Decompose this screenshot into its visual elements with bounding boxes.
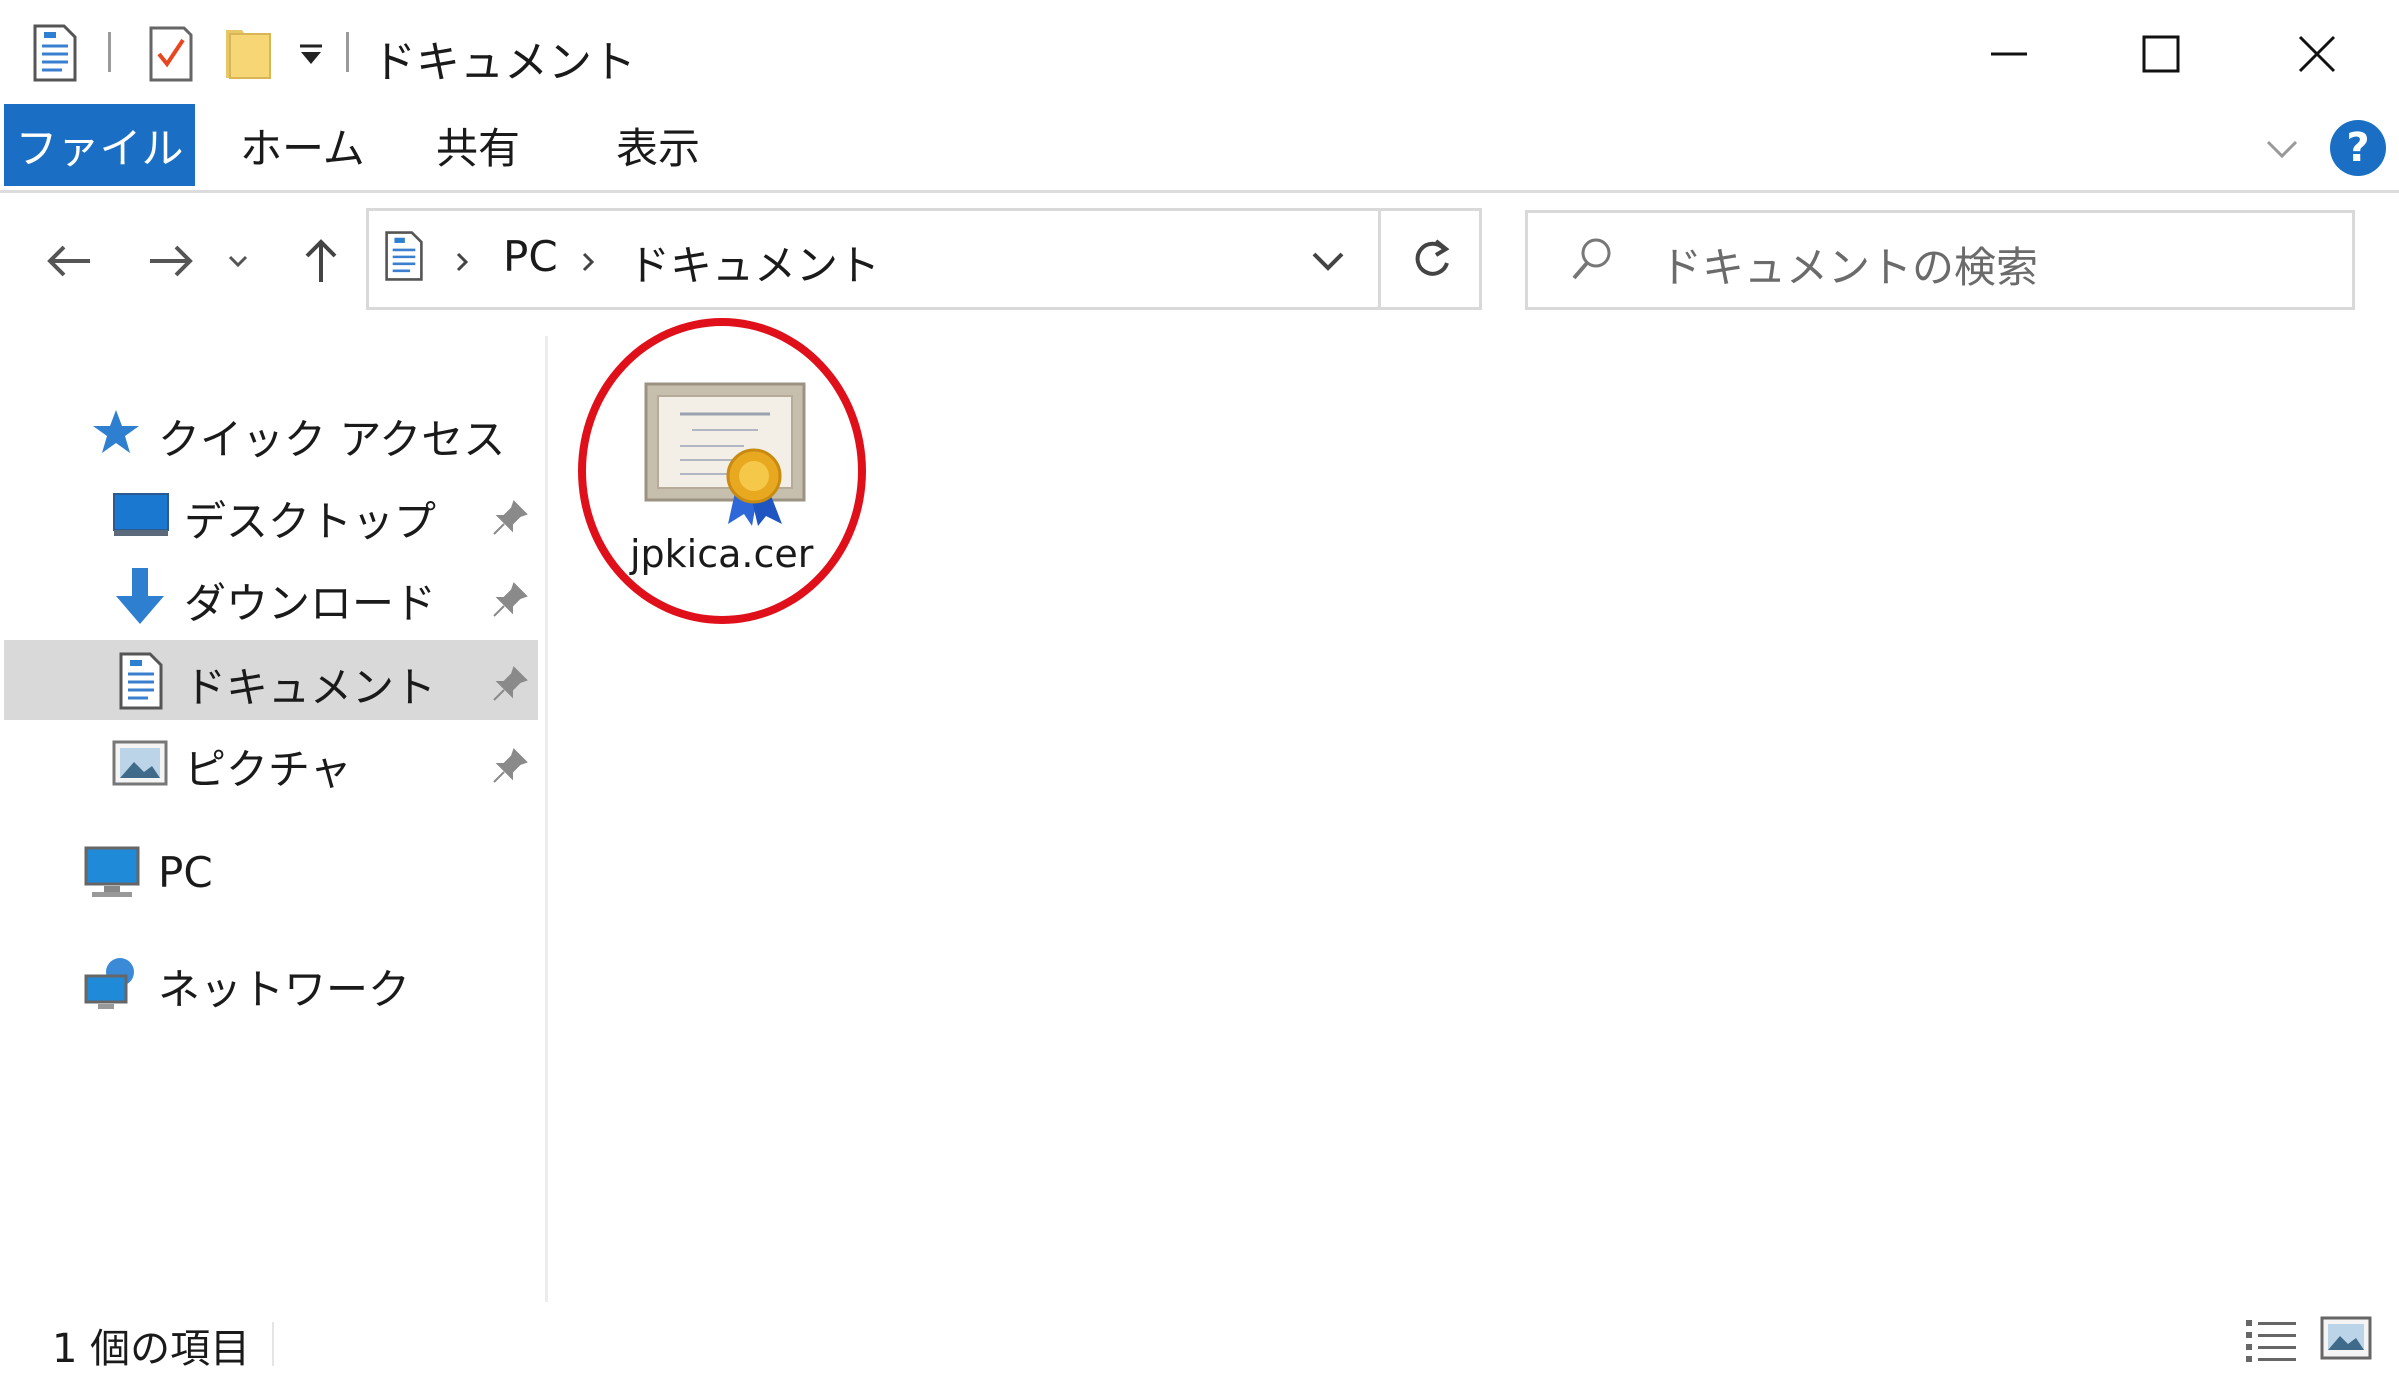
documents-icon xyxy=(118,652,164,710)
ribbon-expand-chevron-icon[interactable] xyxy=(2262,128,2302,168)
status-item-count: 1 個の項目 xyxy=(52,1326,251,1372)
forward-arrow-icon[interactable] xyxy=(136,226,206,296)
pin-icon[interactable] xyxy=(490,580,530,620)
pin-icon[interactable] xyxy=(490,746,530,786)
breadcrumb-pc[interactable]: PC xyxy=(503,232,558,281)
up-arrow-icon[interactable] xyxy=(286,226,356,296)
sidebar-item-pc[interactable]: PC xyxy=(158,848,213,897)
tab-home[interactable]: ホーム xyxy=(240,104,365,186)
window-title: ドキュメント xyxy=(372,37,636,88)
breadcrumb-separator-icon[interactable] xyxy=(578,250,598,274)
qat-separator xyxy=(108,32,111,72)
breadcrumb-separator-icon[interactable] xyxy=(452,250,472,274)
details-view-icon[interactable] xyxy=(2244,1316,2300,1362)
tab-view[interactable]: 表示 xyxy=(616,104,700,186)
tab-file[interactable]: ファイル xyxy=(4,104,195,186)
recent-locations-chevron-icon[interactable] xyxy=(218,226,258,296)
quick-access-label[interactable]: クイック アクセス xyxy=(158,406,505,467)
title-separator xyxy=(346,32,349,72)
sidebar-item-label: ピクチャ xyxy=(184,745,352,794)
search-placeholder[interactable]: ドキュメントの検索 xyxy=(1660,234,2038,295)
quick-access-star-icon xyxy=(90,406,142,458)
maximize-button[interactable] xyxy=(2106,20,2216,88)
large-icons-view-icon[interactable] xyxy=(2320,1316,2372,1362)
search-icon xyxy=(1568,234,1616,284)
qat-customize-dropdown-icon[interactable] xyxy=(296,40,326,70)
new-folder-icon[interactable] xyxy=(224,24,271,82)
pc-icon xyxy=(82,846,142,902)
minimize-button[interactable] xyxy=(1954,20,2064,88)
desktop-icon xyxy=(112,492,170,538)
sidebar-item-network[interactable]: ネットワーク xyxy=(158,956,410,1017)
breadcrumb-documents[interactable]: ドキュメント xyxy=(628,232,880,293)
address-dropdown-chevron-icon[interactable] xyxy=(1310,246,1346,276)
status-separator xyxy=(272,1322,274,1366)
refresh-icon xyxy=(1415,239,1449,276)
refresh-button[interactable] xyxy=(1378,208,1482,310)
documents-icon[interactable] xyxy=(32,24,78,82)
back-arrow-icon[interactable] xyxy=(34,226,104,296)
highlight-circle xyxy=(578,318,866,624)
documents-icon xyxy=(384,228,424,284)
pictures-icon xyxy=(112,740,168,786)
help-button[interactable]: ? xyxy=(2330,120,2386,176)
sidebar-item-label: ダウンロード xyxy=(184,579,437,628)
pin-icon[interactable] xyxy=(490,664,530,704)
network-icon xyxy=(82,952,142,1012)
download-icon xyxy=(114,566,166,628)
sidebar-item-label: ドキュメント xyxy=(184,663,437,712)
properties-check-icon[interactable] xyxy=(148,24,194,82)
sidebar-item-label: デスクトップ xyxy=(184,497,437,546)
pane-divider[interactable] xyxy=(545,336,548,1302)
pin-icon[interactable] xyxy=(490,498,530,538)
tab-share[interactable]: 共有 xyxy=(436,104,520,186)
close-button[interactable] xyxy=(2262,20,2372,88)
